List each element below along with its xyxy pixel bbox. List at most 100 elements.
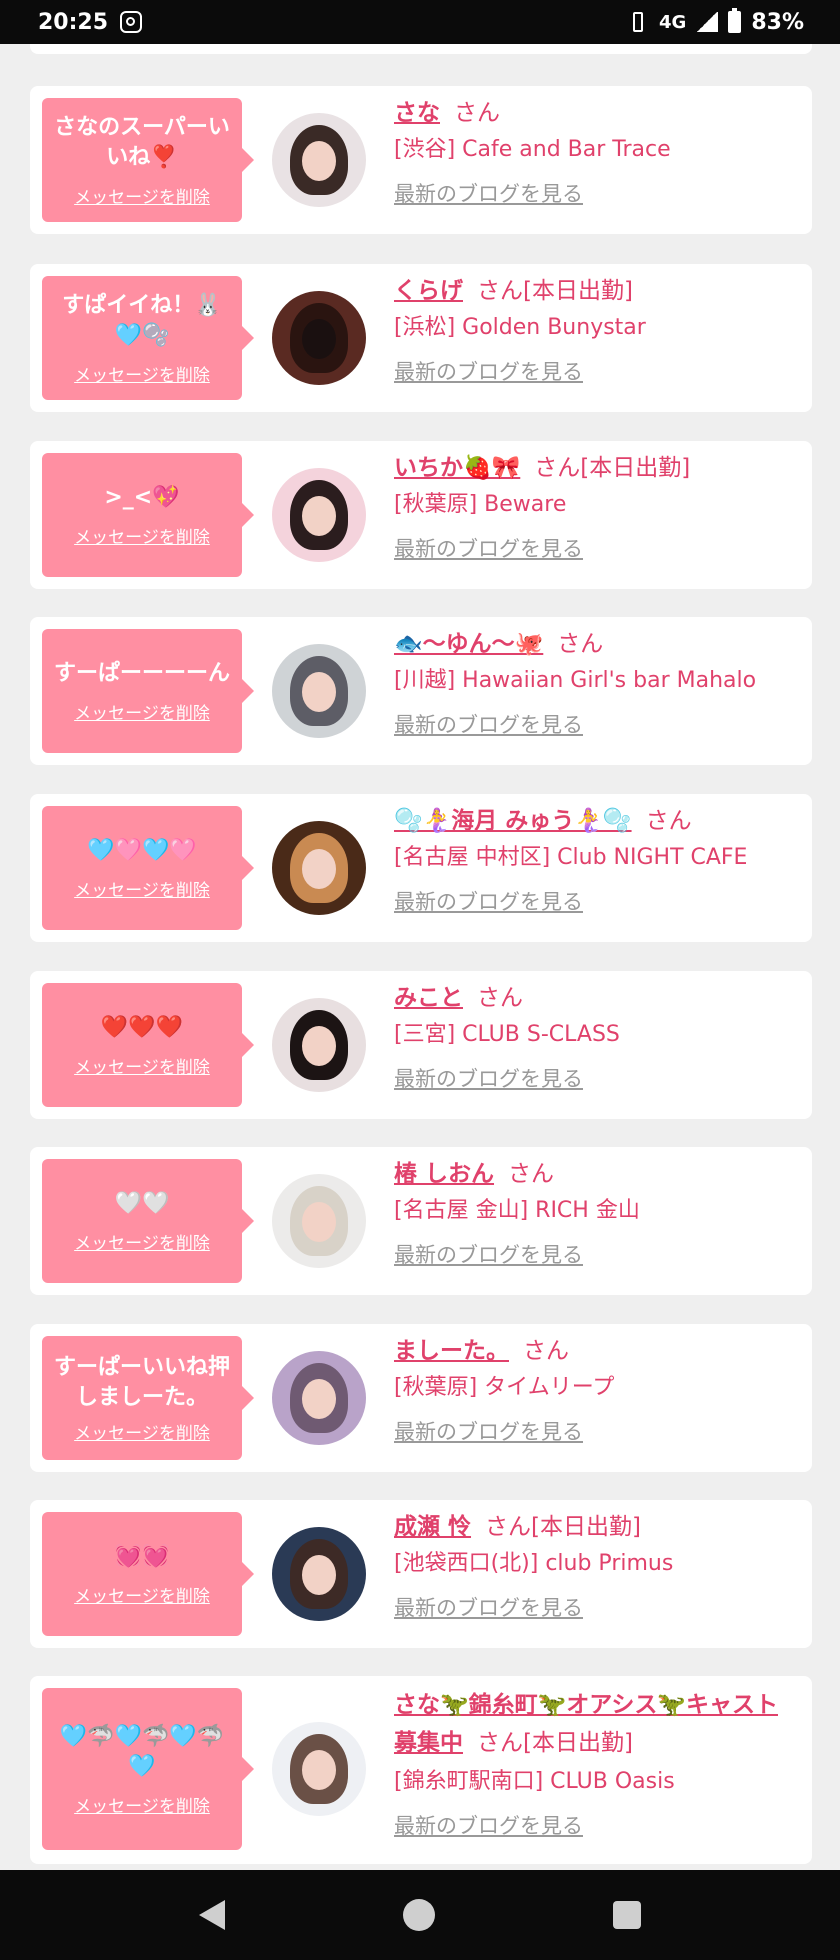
latest-blog-link[interactable]: 最新のブログを見る <box>394 1592 583 1622</box>
cast-info: 椿 しおん さん [名古屋 金山] RICH 金山 最新のブログを見る <box>394 1157 798 1269</box>
name-suffix: さん <box>557 631 604 657</box>
latest-blog-link[interactable]: 最新のブログを見る <box>394 533 583 563</box>
avatar[interactable] <box>272 291 366 385</box>
cast-info: くらげ さん[本日出勤] [浜松] Golden Bunystar 最新のブログを… <box>394 274 798 386</box>
delete-message-link[interactable]: メッセージを削除 <box>74 1792 210 1817</box>
avatar[interactable] <box>272 468 366 562</box>
delete-message-link[interactable]: メッセージを削除 <box>74 1582 210 1607</box>
name-suffix: さん <box>454 100 500 126</box>
shop-label: [池袋西口(北)] club Primus <box>394 1551 674 1576</box>
shop-label: [浜松] Golden Bunystar <box>394 315 646 340</box>
avatar[interactable] <box>272 644 366 738</box>
like-message: すーぱーーーーん <box>53 660 230 686</box>
cast-name-link[interactable]: さな <box>394 100 440 126</box>
latest-blog-link[interactable]: 最新のブログを見る <box>394 1063 583 1093</box>
name-suffix: さん <box>523 1338 569 1364</box>
cast-name-link[interactable]: 🐟～ゆん～🐙 <box>394 631 543 657</box>
latest-blog-link[interactable]: 最新のブログを見る <box>394 356 583 386</box>
recent-apps-icon[interactable] <box>613 1901 641 1929</box>
message-bubble: すぱイイね！🐰🩵🫧 メッセージを削除 <box>42 276 254 400</box>
cast-name-link[interactable]: いちか🍓🎀 <box>394 455 520 481</box>
avatar[interactable] <box>272 821 366 915</box>
delete-message-link[interactable]: メッセージを削除 <box>74 523 210 548</box>
shop-label: [秋葉原] タイムリープ <box>394 1375 615 1400</box>
like-card: 🩵🦈🩵🦈🩵🦈🩵 メッセージを削除 さな🦖錦糸町🦖オアシス🦖キャスト募集中 さん[本… <box>30 1676 812 1864</box>
message-bubble: さなのスーパーいいね❣️ メッセージを削除 <box>42 98 254 222</box>
previous-card-edge <box>30 44 812 54</box>
cast-name-link[interactable]: 🫧🧜‍♀️海月 みゅう🧜‍♀️🫧 <box>394 808 632 834</box>
back-icon[interactable] <box>199 1900 225 1930</box>
message-bubble: すーぱーいいね押しましーた。 メッセージを削除 <box>42 1336 254 1460</box>
like-message: 🩵🩷🩵🩷 <box>87 837 197 863</box>
name-suffix: さん <box>645 808 692 834</box>
cast-info: ましーた。 さん [秋葉原] タイムリープ 最新のブログを見る <box>394 1334 798 1446</box>
like-list[interactable]: さなのスーパーいいね❣️ メッセージを削除 さな さん [渋谷] Cafe and… <box>0 44 840 1870</box>
latest-blog-link[interactable]: 最新のブログを見る <box>394 1416 583 1446</box>
shop-label: [錦糸町駅南口] CLUB Oasis <box>394 1769 675 1794</box>
avatar[interactable] <box>272 1527 366 1621</box>
name-suffix: さん <box>477 985 523 1011</box>
avatar[interactable] <box>272 1174 366 1268</box>
signal-icon <box>696 12 719 32</box>
like-message: 🤍🤍 <box>114 1190 170 1216</box>
name-suffix: さん <box>508 1161 555 1187</box>
message-bubble: 🩵🩷🩵🩷 メッセージを削除 <box>42 806 254 930</box>
shop-label: [三宮] CLUB S-CLASS <box>394 1022 620 1047</box>
delete-message-link[interactable]: メッセージを削除 <box>74 1053 210 1078</box>
shop-label: [名古屋 中村区] Club NIGHT CAFE <box>394 845 748 870</box>
cast-name-link[interactable]: 成瀬 怜 <box>394 1514 471 1540</box>
like-message: さなのスーパーいいね❣️ <box>54 114 230 170</box>
battery-percent: 83% <box>751 9 804 35</box>
message-bubble: すーぱーーーーん メッセージを削除 <box>42 629 254 753</box>
like-card: ❤️❤️❤️ メッセージを削除 みこと さん [三宮] CLUB S-CLASS … <box>30 971 812 1119</box>
message-bubble: ❤️❤️❤️ メッセージを削除 <box>42 983 254 1107</box>
like-message: 🩵🦈🩵🦈🩵🦈🩵 <box>59 1723 225 1779</box>
like-card: 🩵🩷🩵🩷 メッセージを削除 🫧🧜‍♀️海月 みゅう🧜‍♀️🫧 さん [名古屋 中村… <box>30 794 812 942</box>
like-message: 💓💓 <box>114 1543 170 1569</box>
shop-label: [川越] Hawaiian Girl's bar Mahalo <box>394 668 757 693</box>
like-card: 🤍🤍 メッセージを削除 椿 しおん さん [名古屋 金山] RICH 金山 最新の… <box>30 1147 812 1295</box>
instagram-icon <box>120 11 143 33</box>
cast-name-link[interactable]: ましーた。 <box>394 1338 509 1364</box>
latest-blog-link[interactable]: 最新のブログを見る <box>394 709 583 739</box>
delete-message-link[interactable]: メッセージを削除 <box>74 1229 210 1254</box>
delete-message-link[interactable]: メッセージを削除 <box>74 1419 210 1444</box>
cast-info: さな さん [渋谷] Cafe and Bar Trace 最新のブログを見る <box>394 96 798 208</box>
avatar[interactable] <box>272 1722 366 1816</box>
like-card: すぱイイね！🐰🩵🫧 メッセージを削除 くらげ さん[本日出勤] [浜松] Gold… <box>30 264 812 412</box>
shop-label: [秋葉原] Beware <box>394 492 567 517</box>
cast-info: いちか🍓🎀 さん[本日出勤] [秋葉原] Beware 最新のブログを見る <box>394 451 798 563</box>
battery-icon <box>728 8 742 33</box>
status-bar: 20:25 4G 83% <box>0 0 840 44</box>
latest-blog-link[interactable]: 最新のブログを見る <box>394 1239 583 1269</box>
avatar[interactable] <box>272 1351 366 1445</box>
cast-info: 🐟～ゆん～🐙 さん [川越] Hawaiian Girl's bar Mahalo… <box>394 627 798 739</box>
delete-message-link[interactable]: メッセージを削除 <box>74 699 210 724</box>
avatar[interactable] <box>272 113 366 207</box>
like-card: 💓💓 メッセージを削除 成瀬 怜さん[本日出勤] [池袋西口(北)] club … <box>30 1500 812 1648</box>
vibrate-icon <box>627 12 649 32</box>
delete-message-link[interactable]: メッセージを削除 <box>74 183 210 208</box>
cast-name-link[interactable]: 椿 しおん <box>394 1161 494 1187</box>
shop-label: [名古屋 金山] RICH 金山 <box>394 1198 640 1223</box>
navigation-bar <box>0 1870 840 1960</box>
cast-name-link[interactable]: みこと <box>394 985 463 1011</box>
like-message: ❤️❤️❤️ <box>100 1014 184 1040</box>
like-message: すーぱーいいね押しましーた。 <box>53 1354 230 1410</box>
cast-info: みこと さん [三宮] CLUB S-CLASS 最新のブログを見る <box>394 981 798 1093</box>
cast-name-link[interactable]: くらげ <box>394 278 463 304</box>
message-bubble: >_<💖 メッセージを削除 <box>42 453 254 577</box>
home-icon[interactable] <box>403 1899 435 1931</box>
like-message: すぱイイね！🐰🩵🫧 <box>62 292 222 348</box>
name-suffix: さん[本日出勤] <box>485 1514 641 1540</box>
latest-blog-link[interactable]: 最新のブログを見る <box>394 178 583 208</box>
cast-info: 成瀬 怜さん[本日出勤] [池袋西口(北)] club Primus 最新のブロ… <box>394 1510 798 1622</box>
delete-message-link[interactable]: メッセージを削除 <box>74 876 210 901</box>
avatar[interactable] <box>272 998 366 1092</box>
like-card: さなのスーパーいいね❣️ メッセージを削除 さな さん [渋谷] Cafe and… <box>30 86 812 234</box>
status-right: 4G 83% <box>627 8 804 35</box>
latest-blog-link[interactable]: 最新のブログを見る <box>394 886 583 916</box>
cast-info: 🫧🧜‍♀️海月 みゅう🧜‍♀️🫧 さん [名古屋 中村区] Club NIGHT … <box>394 804 798 916</box>
latest-blog-link[interactable]: 最新のブログを見る <box>394 1810 583 1840</box>
delete-message-link[interactable]: メッセージを削除 <box>74 361 210 386</box>
